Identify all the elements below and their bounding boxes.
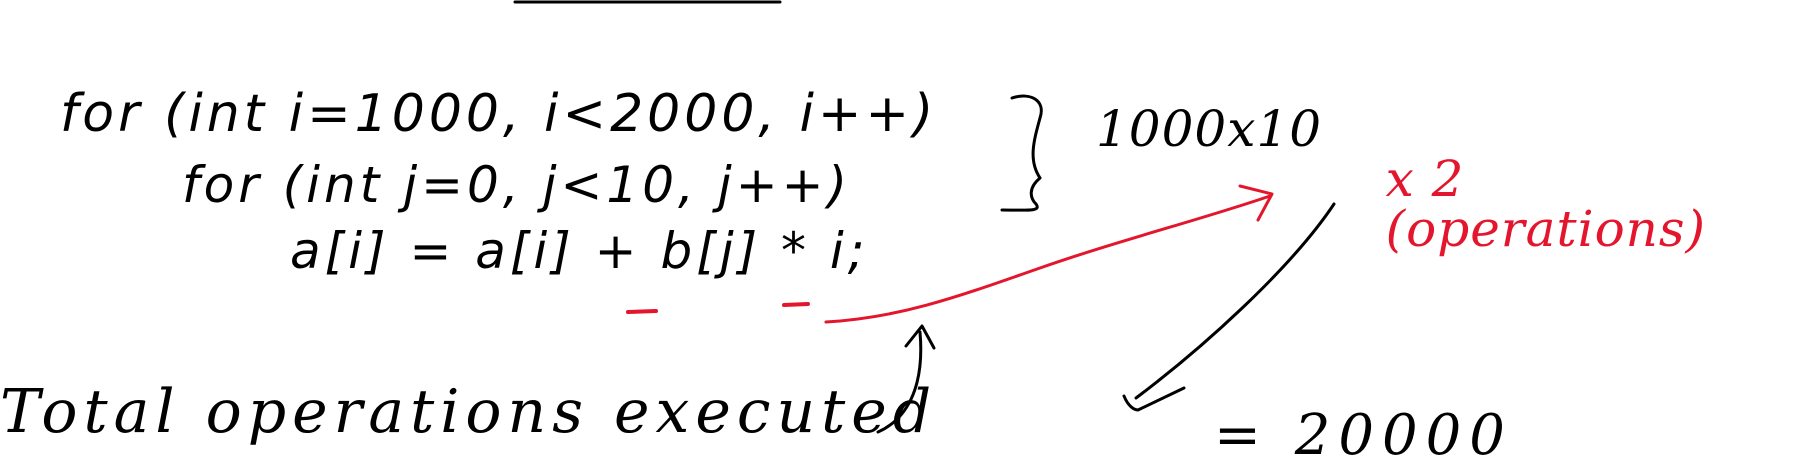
- annotation-operations-count: x 2 (operations): [1318, 104, 1706, 304]
- code-line-inner-loop: for (int j=0, j<10, j++): [182, 156, 851, 214]
- plus-underline: [626, 309, 658, 314]
- red-arrow-line: [824, 194, 1272, 324]
- result-arrow-head: [1122, 386, 1186, 412]
- code-line-assignment: a[i] = a[i] + b[j] * i;: [290, 222, 869, 280]
- result-arrow-line: [1134, 202, 1336, 400]
- code-line-outer-loop: for (int i=1000, i<2000, i++): [60, 84, 938, 144]
- caption-total-operations: Total operations executed: [0, 377, 938, 447]
- red-arrow-head: [1238, 184, 1274, 222]
- annotation-multiplication: 1000x10: [1096, 100, 1323, 158]
- annotation-operations-label: (operations): [1385, 200, 1707, 258]
- caption-arrow-head: [904, 324, 936, 350]
- result-value: = 20000: [1214, 403, 1513, 468]
- curly-brace: [1000, 94, 1043, 212]
- whiteboard-canvas: for (int i=1000, i<2000, i++) for (int j…: [0, 0, 1802, 464]
- star-underline: [782, 302, 810, 307]
